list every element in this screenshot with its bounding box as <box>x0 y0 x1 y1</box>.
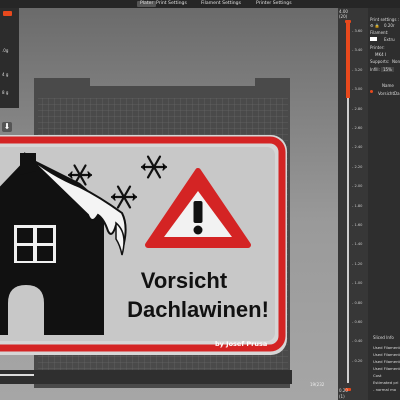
sliced-info-line: Used Filament <box>373 359 400 364</box>
bed-readout: 19(232 <box>310 382 325 387</box>
slider-track[interactable] <box>347 98 349 383</box>
supports-label: Supports: <box>370 59 390 64</box>
sign-text-line2: Dachlawinen! <box>127 297 269 322</box>
filament-label: Filament: <box>370 30 389 35</box>
slider-tick-label: - 3.20 <box>352 67 363 72</box>
slider-tick-label: - 3.40 <box>352 48 363 53</box>
left-value-2: 4 g <box>2 72 9 77</box>
slider-tick-label: - 0.60 <box>352 320 363 324</box>
slider-bottom-value: 0.20 <box>339 388 348 393</box>
object-list-item[interactable]: VorsichtDa <box>378 91 400 96</box>
slider-tick-label: - 1.60 <box>352 223 363 227</box>
tab-filament-settings[interactable]: Filament Settings <box>198 1 244 7</box>
sliced-info-line: Used Filament <box>373 366 400 371</box>
slider-tick-label: - 2.60 <box>352 126 363 130</box>
horizontal-slider-track[interactable] <box>0 374 34 376</box>
download-arrow-icon[interactable]: ⬇ <box>2 122 12 132</box>
slider-tick-label: - 2.00 <box>352 184 363 189</box>
slider-tick-label: - 0.40 <box>352 339 363 344</box>
left-value-1: .0g <box>2 48 9 53</box>
slider-tick-label: - 0.20 <box>352 358 363 363</box>
printer-label: Printer: <box>370 45 385 50</box>
object-expand-icon[interactable] <box>370 90 373 93</box>
slider-tick-label: - 1.00 <box>352 281 363 286</box>
slider-top-thumb[interactable] <box>345 20 351 23</box>
sliced-info-line: Estimated pri <box>373 380 399 385</box>
object-list-header: Name <box>382 83 394 88</box>
sliced-info-line: Used Filament <box>373 352 400 357</box>
slider-range-fill <box>346 20 350 98</box>
filament-color-swatch[interactable] <box>370 37 377 41</box>
sliced-info-line: Cost <box>373 373 382 378</box>
supports-select[interactable]: Non <box>392 59 400 64</box>
3d-viewport[interactable]: Vorsicht Dachlawinen! by Josef Prusa 19(… <box>0 8 338 400</box>
infill-label: Infill: <box>370 67 380 72</box>
sign-model[interactable]: Vorsicht Dachlawinen! <box>0 135 300 360</box>
tab-print-settings[interactable]: Print Settings <box>153 1 190 7</box>
slider-tick-label: - 1.20 <box>352 261 363 266</box>
slider-bottom-layer: (1) <box>339 394 345 399</box>
slider-tick-label: - 3.00 <box>352 87 363 92</box>
layer-slider[interactable]: 4.00 (20) - 3.60- 3.40- 3.20- 3.00- 2.80… <box>338 8 368 400</box>
slider-tick-label: - 1.80 <box>352 203 363 208</box>
slider-tick-label: - 2.80 <box>352 106 363 111</box>
slider-tick-label: - 2.40 <box>352 145 363 150</box>
print-settings-select[interactable]: 0.20r <box>384 23 395 28</box>
slider-top-layer: (20) <box>339 14 348 19</box>
printer-select[interactable]: MK4 I <box>375 52 386 57</box>
sliced-info-title: Sliced Info <box>373 335 394 340</box>
slider-tick-label: - 3.60 <box>352 29 363 33</box>
bed-front-edge <box>0 370 292 384</box>
sliced-info-line: - normal mo <box>373 387 397 392</box>
slider-tick-label: - 0.80 <box>352 300 363 305</box>
sign-text-line1: Vorsicht <box>141 268 228 293</box>
sliced-info-line: Used Filament <box>373 345 400 350</box>
tab-printer-settings[interactable]: Printer Settings <box>253 1 295 7</box>
infill-select[interactable]: 15% <box>381 67 394 72</box>
slider-tick-label: - 1.40 <box>352 242 363 247</box>
left-value-3: 8 g <box>2 90 9 95</box>
left-side-panel: .0g 4 g 8 g <box>0 8 19 108</box>
right-sidebar: Print settings : ⚙ 🔒 0.20r Filament: Ext… <box>368 8 400 400</box>
slider-tick-label: - 2.20 <box>352 164 363 169</box>
filament-select[interactable]: Extru <box>384 37 395 42</box>
lock-icon: ⚙ 🔒 <box>370 23 380 28</box>
credit-text: by Josef Prusa <box>215 340 268 348</box>
dropdown-arrow-icon[interactable] <box>3 11 12 16</box>
print-settings-label: Print settings : <box>370 17 400 22</box>
top-tab-bar: Plater Print Settings Filament Settings … <box>0 0 400 8</box>
